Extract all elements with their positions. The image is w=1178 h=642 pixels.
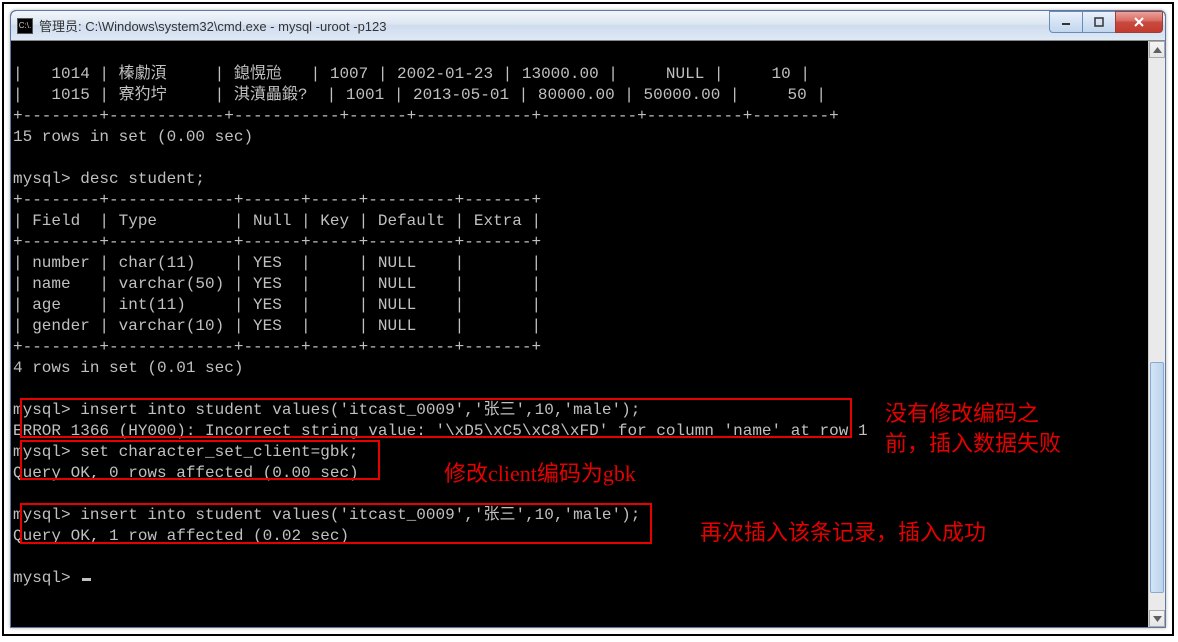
cmd-icon: C:\.: [17, 18, 33, 34]
terminal-line: +--------+-------------+------+-----+---…: [13, 191, 541, 209]
cursor: [82, 578, 91, 581]
scroll-down-button[interactable]: [1149, 610, 1165, 627]
terminal-line: +--------+-------------+------+-----+---…: [13, 338, 541, 356]
terminal-line: mysql> insert into student values('itcas…: [13, 506, 640, 524]
terminal-output[interactable]: | 1014 | 榛勮湏 | 鎴愰兘 | 1007 | 2002-01-23 |…: [11, 41, 1165, 627]
terminal-prompt: mysql>: [13, 569, 80, 587]
chevron-down-icon: [1153, 616, 1162, 622]
vertical-scrollbar[interactable]: [1148, 41, 1165, 627]
terminal-line: | 1014 | 榛勮湏 | 鎴愰兘 | 1007 | 2002-01-23 |…: [13, 65, 810, 83]
close-button[interactable]: [1115, 11, 1163, 33]
minimize-icon: [1060, 17, 1072, 27]
terminal-line: | name | varchar(50) | YES | | NULL | |: [13, 275, 541, 293]
maximize-icon: [1093, 17, 1105, 27]
window-title: 管理员: C:\Windows\system32\cmd.exe - mysql…: [39, 16, 1050, 35]
terminal-line: Query OK, 1 row affected (0.02 sec): [13, 527, 349, 545]
window-titlebar[interactable]: C:\. 管理员: C:\Windows\system32\cmd.exe - …: [11, 11, 1165, 41]
terminal-line: 4 rows in set (0.01 sec): [13, 359, 243, 377]
scroll-track[interactable]: [1149, 58, 1165, 610]
terminal-line: +--------+-------------+------+-----+---…: [13, 233, 541, 251]
terminal-line: | Field | Type | Null | Key | Default | …: [13, 212, 541, 230]
terminal-line: | number | char(11) | YES | | NULL | |: [13, 254, 541, 272]
minimize-button[interactable]: [1049, 11, 1083, 33]
chevron-up-icon: [1153, 47, 1162, 53]
terminal-line: mysql> desc student;: [13, 170, 205, 188]
terminal-line: +--------+------------+-----------+-----…: [13, 107, 839, 125]
maximize-button[interactable]: [1082, 11, 1116, 33]
terminal-line: | gender | varchar(10) | YES | | NULL | …: [13, 317, 541, 335]
terminal-line: | age | int(11) | YES | | NULL | |: [13, 296, 541, 314]
terminal-line: mysql> insert into student values('itcas…: [13, 401, 640, 419]
close-icon: [1133, 17, 1145, 27]
terminal-line: | 1015 | 寮犳坾 | 淇濆畾鍛? | 1001 | 2013-05-01…: [13, 86, 826, 104]
command-prompt-window: C:\. 管理员: C:\Windows\system32\cmd.exe - …: [10, 10, 1166, 628]
terminal-line: 15 rows in set (0.00 sec): [13, 128, 253, 146]
terminal-line: mysql> set character_set_client=gbk;: [13, 443, 359, 461]
scroll-up-button[interactable]: [1149, 41, 1165, 58]
scroll-thumb[interactable]: [1150, 362, 1164, 594]
terminal-line: ERROR 1366 (HY000): Incorrect string val…: [13, 422, 868, 440]
terminal-line: Query OK, 0 rows affected (0.00 sec): [13, 464, 359, 482]
